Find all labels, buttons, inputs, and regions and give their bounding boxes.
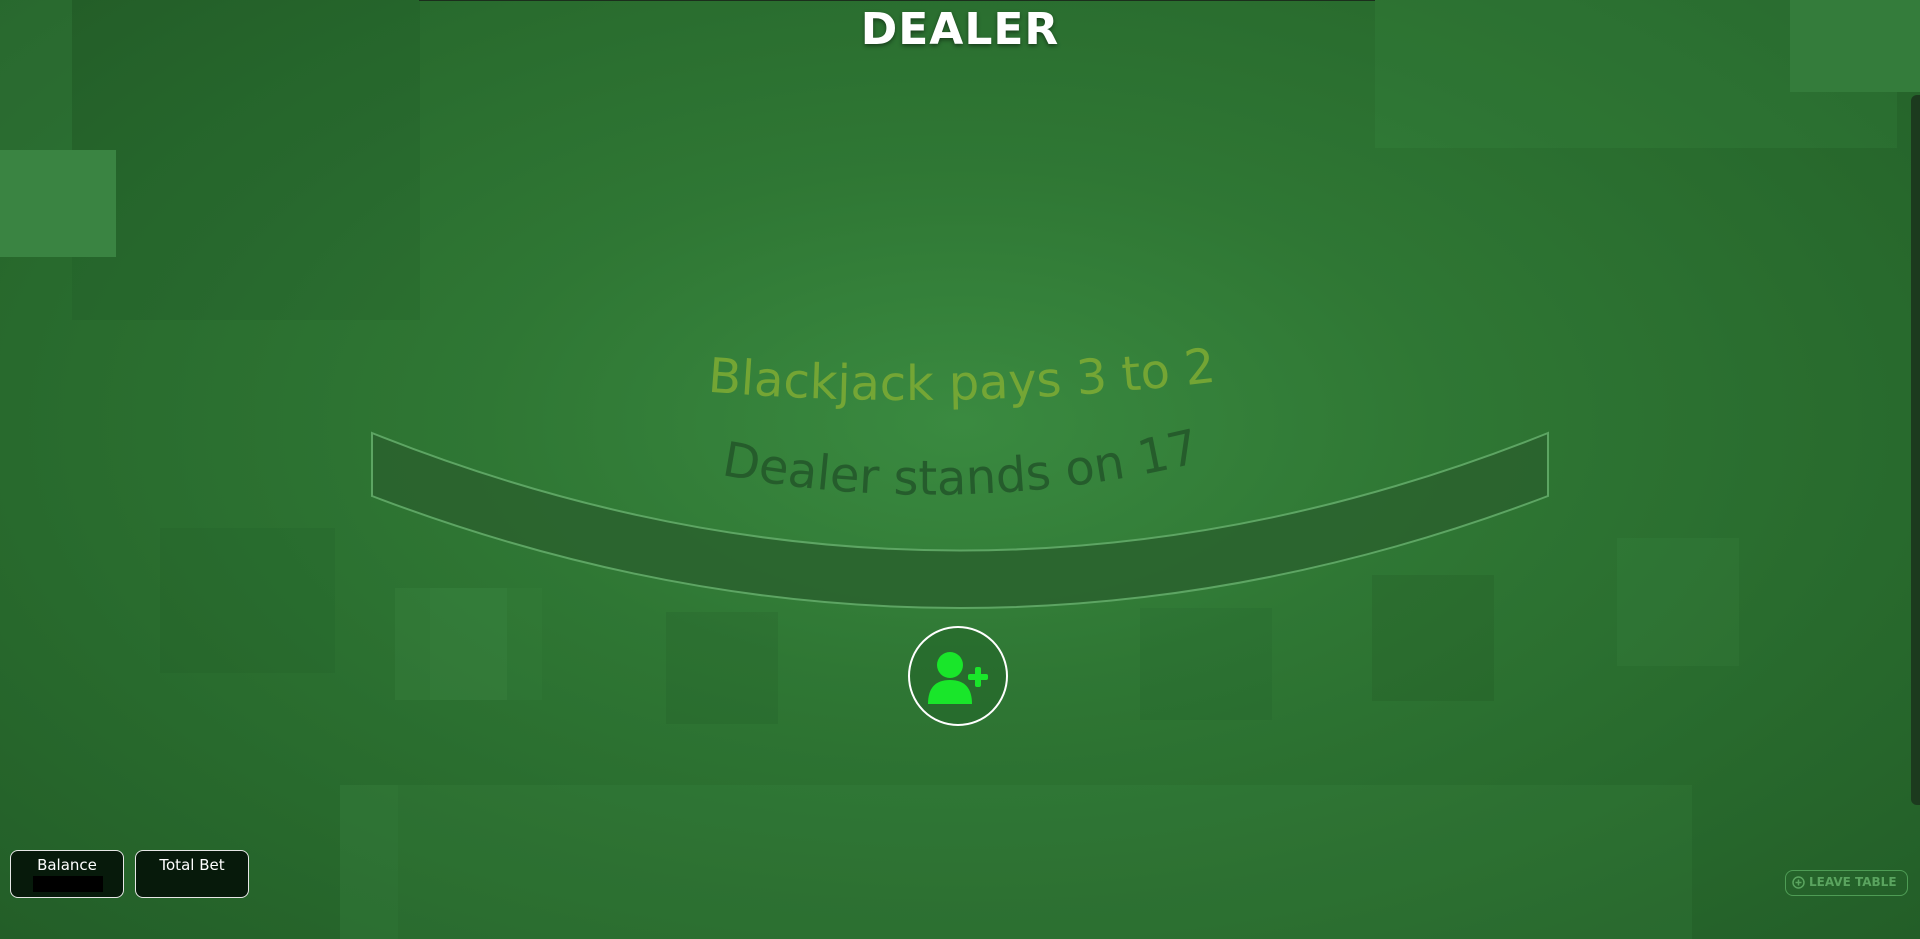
take-seat-button[interactable] [908, 626, 1008, 726]
user-plus-icon [928, 652, 988, 704]
scrollbar[interactable] [1911, 95, 1920, 805]
balance-panel: Balance [10, 850, 124, 898]
dealer-label: DEALER [860, 4, 1060, 55]
rule-text-dealer-stands: Dealer stands on 17 [719, 419, 1204, 507]
balance-label: Balance [37, 856, 97, 874]
total-bet-panel: Total Bet [135, 850, 249, 898]
leave-table-button[interactable]: LEAVE TABLE [1785, 870, 1908, 896]
circle-plus-icon [1792, 876, 1805, 889]
leave-table-label: LEAVE TABLE [1809, 875, 1897, 889]
total-bet-label: Total Bet [159, 856, 225, 874]
balance-value [33, 876, 103, 892]
rule-text-blackjack-pays: Blackjack pays 3 to 2 [706, 338, 1218, 412]
table-markings: Blackjack pays 3 to 2 Dealer stands on 1… [371, 338, 1549, 609]
blackjack-table: Blackjack pays 3 to 2 Dealer stands on 1… [0, 0, 1920, 939]
